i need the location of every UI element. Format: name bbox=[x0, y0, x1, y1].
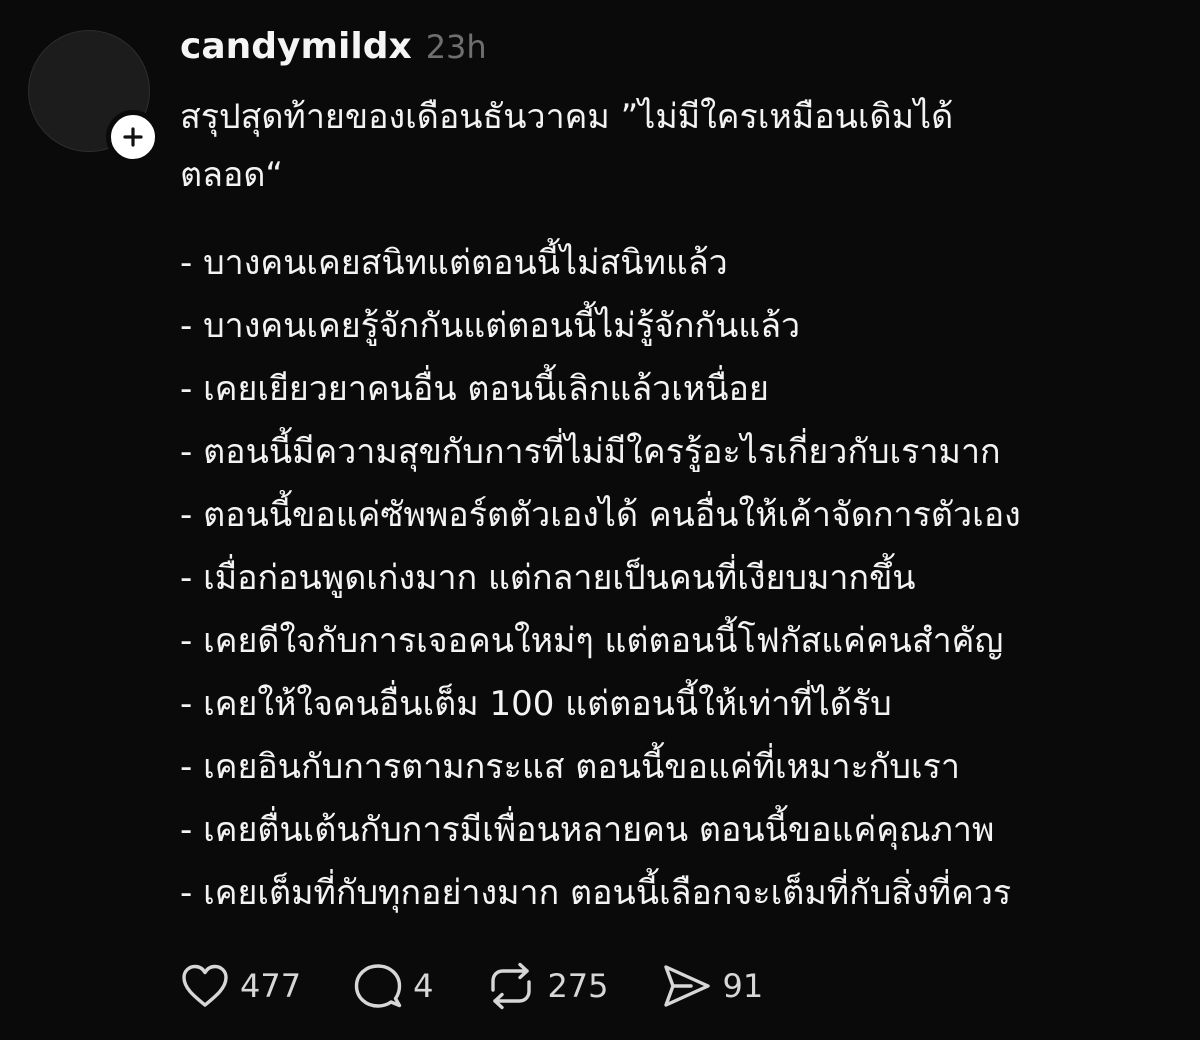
list-item: - เคยอินกับการตามกระแส ตอนนี้ขอแค่ที่เหม… bbox=[180, 747, 960, 787]
speech-bubble-icon bbox=[354, 964, 402, 1008]
list-item: - เคยตื่นเต้นกับการมีเพื่อนหลายคน ตอนนี้… bbox=[180, 810, 995, 850]
list-item: - บางคนเคยรู้จักกันแต่ตอนนี้ไม่รู้จักกัน… bbox=[180, 306, 801, 346]
post-body: สรุปสุดท้ายของเดือนธันวาคม ”ไม่มีใครเหมื… bbox=[180, 88, 1180, 925]
follow-button[interactable] bbox=[106, 110, 160, 164]
share-button[interactable]: 91 bbox=[661, 962, 764, 1010]
post-header: candymildx 23h bbox=[180, 26, 487, 76]
repost-count: 275 bbox=[547, 967, 609, 1005]
list-item: - เคยเต็มที่กับทุกอย่างมาก ตอนนี้เลือกจะ… bbox=[180, 873, 1012, 913]
post-timestamp[interactable]: 23h bbox=[426, 28, 487, 66]
post-actions: 477 4 275 91 bbox=[180, 956, 815, 1016]
post-intro-line: สรุปสุดท้ายของเดือนธันวาคม ”ไม่มีใครเหมื… bbox=[180, 97, 954, 137]
like-button[interactable]: 477 bbox=[180, 963, 301, 1009]
reply-button[interactable]: 4 bbox=[353, 962, 433, 1010]
like-count: 477 bbox=[240, 967, 302, 1005]
list-item: - เมื่อก่อนพูดเก่งมาก แต่กลายเป็นคนที่เง… bbox=[180, 558, 916, 598]
reply-count: 4 bbox=[413, 967, 434, 1005]
share-count: 91 bbox=[722, 967, 764, 1005]
plus-icon bbox=[123, 127, 143, 147]
list-item: - ตอนนี้มีความสุขกับการที่ไม่มีใครรู้อะไ… bbox=[180, 432, 1001, 472]
list-item: - เคยดีใจกับการเจอคนใหม่ๆ แต่ตอนนี้โฟกัส… bbox=[180, 621, 1004, 661]
post-intro-line: ตลอด“ bbox=[180, 155, 284, 195]
post-list: - บางคนเคยสนิทแต่ตอนนี้ไม่สนิทแล้ว - บาง… bbox=[180, 232, 1180, 925]
list-item: - บางคนเคยสนิทแต่ตอนนี้ไม่สนิทแล้ว bbox=[180, 243, 728, 283]
username[interactable]: candymildx bbox=[180, 26, 412, 67]
heart-icon bbox=[182, 964, 228, 1007]
repost-button[interactable]: 275 bbox=[485, 962, 609, 1010]
paper-plane-icon bbox=[663, 965, 710, 1007]
list-item: - ตอนนี้ขอแค่ซัพพอร์ตตัวเองได้ คนอื่นให้… bbox=[180, 495, 1021, 535]
list-item: - เคยให้ใจคนอื่นเต็ม 100 แต่ตอนนี้ให้เท่… bbox=[180, 684, 892, 724]
repost-arrows-icon bbox=[491, 962, 532, 1010]
list-item: - เคยเยียวยาคนอื่น ตอนนี้เลิกแล้วเหนื่อย bbox=[180, 369, 769, 409]
